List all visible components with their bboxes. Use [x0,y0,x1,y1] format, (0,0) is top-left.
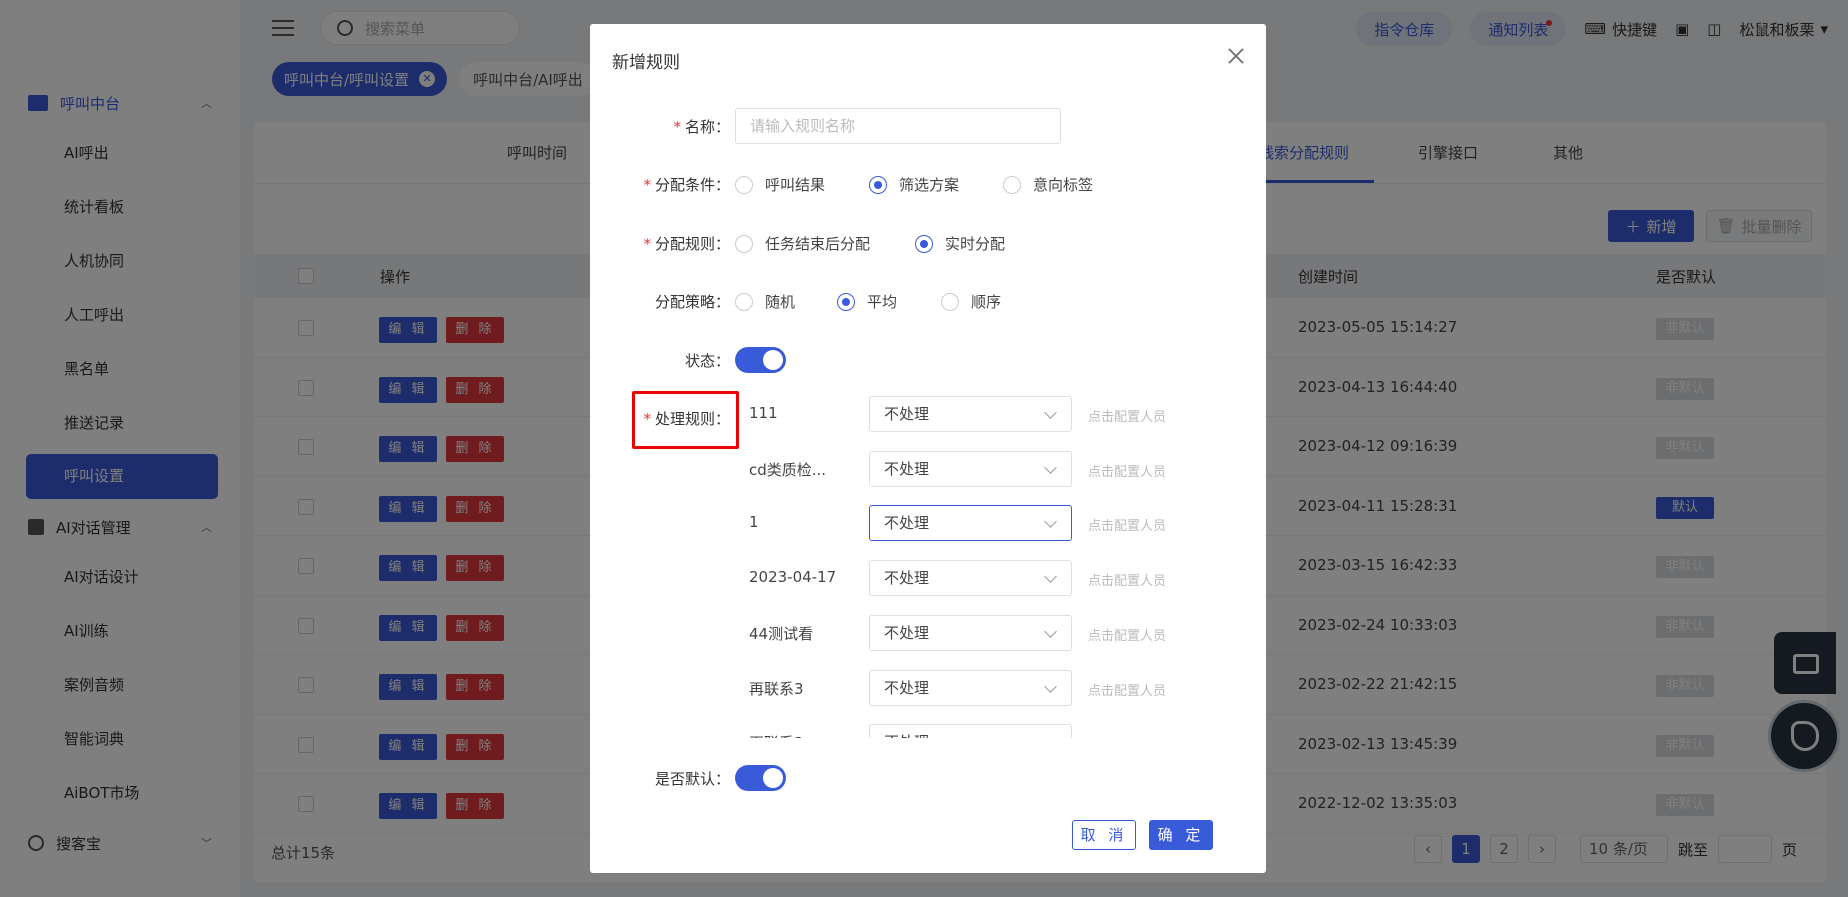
chevron-down-icon [1044,679,1057,693]
process-action-select[interactable]: 不处理 [869,614,1072,651]
select-value: 不处理 [884,623,930,642]
chevron-down-icon [1044,406,1057,419]
process-rule-row: 44测试看 不处理 点击配置人员 [735,614,1195,651]
configure-staff-link[interactable]: 点击配置人员 [1088,625,1166,644]
default-label: 是否默认： [654,770,730,788]
name-label: * 名称： [673,118,730,136]
chevron-down-icon [1044,515,1057,529]
chevron-down-icon [1044,624,1057,638]
process-rule-row: 1 不处理 点击配置人员 [735,505,1195,542]
status-switch[interactable] [735,347,786,373]
process-action-select[interactable]: 不处理 [869,560,1072,597]
process-rule-label: * 处理规则： [643,410,730,428]
select-value: 不处理 [884,405,930,423]
rule-item-name: 1 [749,513,759,532]
process-rules-list[interactable]: 111 不处理 点击配置人员 cd类质检... 不处理 点击配置人员 1 不处理 点击配置人员 2… [735,396,1195,738]
process-action-select[interactable]: 不处理 [869,505,1072,542]
strategy-label: 分配策略： [654,293,730,311]
rule-item-name: 再联系3 [749,679,804,698]
process-action-select[interactable]: 不处理 [869,450,1072,487]
process-rule-row: 111 不处理 点击配置人员 [735,396,1195,432]
select-value: 不处理 [884,678,930,697]
chevron-down-icon [1044,734,1057,738]
process-rule-row: 2023-04-17 不处理 点击配置人员 [735,560,1195,597]
rule-name-input[interactable]: 请输入规则名称 [735,108,1061,144]
select-value: 不处理 [884,459,930,478]
rule-item-name: 44测试看 [749,624,814,643]
condition-label: * 分配条件： [643,176,730,194]
chevron-down-icon [1044,460,1057,474]
assign-rule-label: * 分配规则： [643,235,730,253]
select-value: 不处理 [884,569,930,588]
status-label: 状态： [684,352,730,370]
default-switch[interactable] [735,765,786,791]
process-rule-row: 再联系3 不处理 点击配置人员 [735,669,1195,706]
condition-radio-intent-tag[interactable]: 意向标签 [1003,174,1093,195]
add-rule-modal: 新增规则 * 名称： 请输入规则名称 * 分配条件： 呼叫结果 筛选方案 意向标签 … [590,24,1266,873]
strategy-radio-average[interactable]: 平均 [837,291,897,312]
configure-staff-link[interactable]: 点击配置人员 [1088,734,1166,738]
close-icon[interactable] [1226,46,1246,66]
configure-staff-link[interactable]: 点击配置人员 [1088,515,1166,534]
rule-item-name: 2023-04-17 [749,568,837,587]
configure-staff-link[interactable]: 点击配置人员 [1088,570,1166,589]
process-rule-row: 再联系3 不处理 点击配置人员 [735,724,1195,738]
rule-item-name: cd类质检... [749,460,827,479]
process-rule-row: cd类质检... 不处理 点击配置人员 [735,450,1195,487]
rule-radio-after-task[interactable]: 任务结束后分配 [735,233,870,254]
configure-staff-link[interactable]: 点击配置人员 [1088,680,1166,699]
process-action-select[interactable]: 不处理 [869,396,1072,432]
configure-staff-link[interactable]: 点击配置人员 [1088,406,1166,425]
chevron-down-icon [1044,570,1057,583]
confirm-button[interactable]: 确 定 [1149,820,1213,850]
modal-title: 新增规则 [612,53,680,73]
select-value: 不处理 [884,733,929,738]
strategy-radio-random[interactable]: 随机 [735,291,795,312]
process-action-select[interactable]: 不处理 [869,669,1072,706]
rule-item-name: 再联系3 [749,732,849,738]
condition-radio-filter-plan[interactable]: 筛选方案 [869,174,959,195]
strategy-radio-sequential[interactable]: 顺序 [941,291,1001,312]
configure-staff-link[interactable]: 点击配置人员 [1088,461,1166,480]
rule-item-name: 111 [749,404,778,422]
cancel-button[interactable]: 取 消 [1072,820,1136,850]
rule-radio-realtime[interactable]: 实时分配 [915,233,1005,254]
condition-radio-call-result[interactable]: 呼叫结果 [735,174,825,195]
process-action-select[interactable]: 不处理 [869,724,1072,738]
select-value: 不处理 [884,514,930,533]
